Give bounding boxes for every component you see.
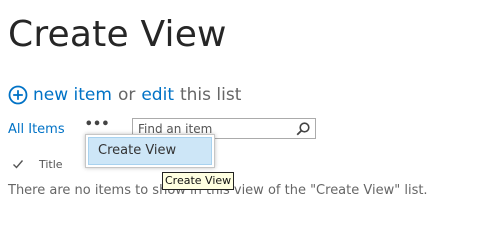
search-icon[interactable] [295,121,311,137]
menu-item-create-view[interactable]: Create View [88,137,212,165]
this-list-text: this list [179,85,242,105]
or-text: or [117,85,136,105]
new-item-link[interactable]: new item [33,85,112,105]
more-views-ellipsis-icon[interactable]: ••• [85,118,110,131]
new-item-row: new item or edit this list [8,82,241,108]
plus-circle-icon[interactable] [8,85,28,105]
list-header-row: Title [8,156,63,172]
tooltip: Create View [162,172,235,190]
edit-link[interactable]: edit [141,85,174,105]
page: Create View new item or edit this list A… [0,0,478,251]
views-dropdown-menu: Create View [85,134,215,168]
view-all-items[interactable]: All Items [8,122,65,137]
page-title: Create View [8,14,227,55]
select-all-check-icon[interactable] [12,158,24,170]
column-header-title[interactable]: Title [39,158,63,171]
